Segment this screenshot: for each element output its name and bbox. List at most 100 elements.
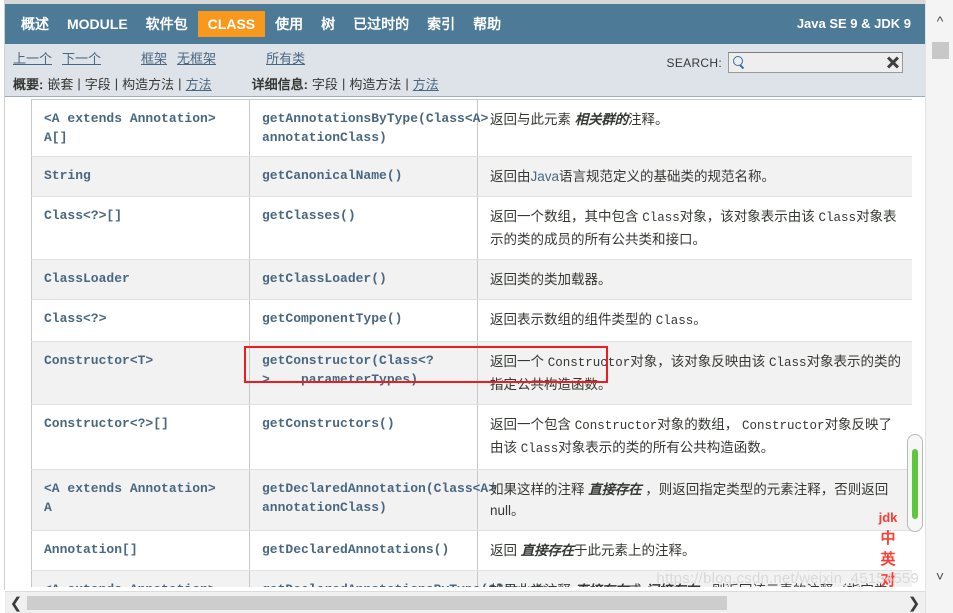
description-fragment: 注释。 — [627, 112, 669, 127]
nav-item-软件包[interactable]: 软件包 — [138, 11, 196, 37]
description-fragment: 。 — [693, 312, 707, 327]
frames-link[interactable]: 框架 — [141, 48, 167, 67]
table-row: Class<?> getComponentType() 返回表示数组的组件类型的 C… — [31, 299, 912, 342]
inner-scrollbar-fill — [912, 449, 918, 519]
cell-method: getClassLoader() — [249, 259, 478, 300]
description-text: 返回由Java语言规范定义的基础类的规范名称。 — [490, 166, 902, 187]
cell-description: 返回一个包含 Constructor对象的数组， Constructor对象反映… — [477, 404, 912, 470]
table-row: ClassLoader getClassLoader() 返回类的类加载器。 — [31, 259, 912, 300]
method-link[interactable]: getAnnotationsByType — [262, 111, 418, 126]
all-classes-link[interactable]: 所有类 — [266, 48, 305, 67]
description-fragment: 返回表示数组的组件类型的 — [490, 312, 656, 327]
cell-return-type: Annotation[] — [31, 530, 250, 571]
method-summary-table: <A extends Annotation> A[] getAnnotations… — [31, 99, 912, 587]
cell-description: 返回一个数组，其中包含 Class对象，该对象表示由该 Class对象表示的类的… — [477, 196, 912, 260]
cell-description: 返回与此元素 相关群的注释。 — [477, 99, 912, 157]
description-fragment: 返回一个包含 — [490, 417, 575, 432]
outer-scrollbar-thumb[interactable] — [932, 42, 949, 59]
next-link[interactable]: 下一个 — [62, 48, 101, 67]
summary-item-method[interactable]: 方法 — [186, 74, 212, 93]
method-link[interactable]: getCanonicalName — [262, 168, 387, 183]
description-fragment: Constructor — [547, 356, 631, 370]
cell-return-type: Constructor<T> — [31, 341, 250, 405]
nav-item-树[interactable]: 树 — [313, 11, 343, 37]
nav-item-概述[interactable]: 概述 — [13, 11, 57, 37]
detail-item-field: 字段 — [311, 77, 338, 92]
cell-method: getClasses() — [249, 196, 478, 260]
cell-return-type: Class<?> — [31, 299, 250, 342]
chevron-down-icon[interactable]: ˅ — [926, 561, 953, 591]
description-fragment: Class — [818, 211, 857, 225]
method-link[interactable]: getDeclaredAnnotations — [262, 542, 434, 557]
nav-item-module[interactable]: MODULE — [59, 11, 136, 37]
csdn-watermark: https://blog.csdn.net/weixin_45154559 — [656, 570, 919, 587]
prev-link[interactable]: 上一个 — [13, 48, 52, 67]
method-summary-table-wrapper: <A extends Annotation> A[] getAnnotations… — [5, 97, 925, 587]
outer-scrollbar[interactable]: ^ ˅ — [925, 0, 953, 613]
browser-window: 概述 MODULE 软件包 CLASS 使用树已过时的 索引 帮助 Java SE 9 & … — [0, 0, 953, 613]
cell-description: 返回一个 Constructor对象，该对象反映由该 Class对象表示的类的指… — [477, 341, 912, 405]
table-row: String getCanonicalName() 返回由Java语言规范定义的基础… — [31, 156, 912, 197]
horizontal-scrollbar-track[interactable] — [27, 595, 903, 610]
nav-item-已过时的[interactable]: 已过时的 — [345, 11, 417, 37]
horizontal-scrollbar-thumb[interactable] — [27, 595, 727, 610]
cell-return-type: <A extends Annotation> A[] — [31, 99, 250, 157]
cell-method: getAnnotationsByType(Class<A> annotation… — [249, 99, 488, 157]
description-fragment: 返回类的类加载器。 — [490, 272, 612, 287]
description-text: 返回与此元素 相关群的注释。 — [490, 109, 902, 130]
summary-item-constructor: 构造方法 — [122, 77, 175, 92]
method-args: () — [379, 416, 395, 431]
method-link[interactable]: getDeclaredAnnotation — [262, 481, 426, 496]
detail-item-method[interactable]: 方法 — [413, 74, 439, 93]
method-link[interactable]: getComponentType — [262, 311, 387, 326]
description-fragment: Class — [642, 211, 680, 225]
method-args: () — [386, 168, 403, 183]
description-text: 返回一个包含 Constructor对象的数组， Constructor对象反映… — [490, 414, 902, 460]
return-type-text: Class<?>[] — [44, 208, 123, 223]
description-fragment: 返回一个 — [490, 354, 548, 369]
description-text: 返回一个数组，其中包含 Class对象，该对象表示由该 Class对象表示的类的… — [490, 206, 902, 250]
search-input[interactable] — [745, 54, 885, 71]
cell-method: getConstructors() — [249, 404, 478, 470]
inner-scrollbar[interactable] — [907, 434, 923, 532]
no-frames-link[interactable]: 无框架 — [177, 48, 216, 67]
description-fragment: Class — [520, 442, 559, 456]
table-row: Constructor<T> getConstructor(Class<? >..… — [31, 341, 912, 405]
method-link[interactable]: getConstructor — [262, 353, 371, 368]
cell-description: 返回类的类加载器。 — [477, 259, 912, 300]
description-fragment: 返回一个数组，其中包含 — [490, 209, 643, 224]
sub-navigation-bar: 上一个 下一个 框架 无框架 所有类 概要: 嵌套 | 字段 | 构造方法 | … — [5, 44, 925, 97]
table-row: Constructor<?>[] getConstructors() 返回一个包含 … — [31, 404, 912, 470]
cell-return-type: String — [31, 156, 250, 197]
description-fragment: 对象表示的类的所有公共构造函数。 — [558, 440, 775, 455]
description-fragment: Class — [769, 356, 807, 370]
separator: | — [405, 76, 409, 91]
cell-return-type: Constructor<?>[] — [31, 404, 250, 470]
method-link[interactable]: getDeclaredAnnotationsByType — [262, 582, 480, 587]
method-link[interactable]: getClassLoader — [262, 271, 371, 286]
chevron-left-icon[interactable]: ❮ — [5, 592, 27, 613]
description-text: 返回类的类加载器。 — [490, 269, 902, 290]
inner-scrollbar-thumb[interactable] — [907, 434, 923, 532]
detail-item-constructor: 构造方法 — [349, 77, 402, 92]
chevron-up-icon[interactable]: ^ — [926, 6, 953, 36]
method-link[interactable]: getClasses — [262, 208, 340, 223]
cell-return-type: ClassLoader — [31, 259, 250, 300]
return-type-text: Constructor<?>[] — [44, 416, 169, 431]
description-text: 如果这样的注释 直接存在 ，则返回指定类型的元素注释，否则返回null。 — [490, 479, 902, 521]
nav-item-帮助[interactable]: 帮助 — [465, 11, 509, 37]
return-type-text: String — [44, 168, 91, 183]
nav-item-索引[interactable]: 索引 — [419, 11, 463, 37]
javadoc-document: 概述 MODULE 软件包 CLASS 使用树已过时的 索引 帮助 Java SE 9 & … — [5, 4, 925, 609]
close-icon[interactable] — [885, 55, 900, 70]
cell-method: getDeclaredAnnotation(Class<A> annotatio… — [249, 469, 496, 531]
horizontal-scrollbar[interactable]: ❮ ❯ — [5, 591, 925, 613]
chevron-right-icon[interactable]: ❯ — [903, 592, 925, 613]
search-field-wrapper[interactable] — [728, 52, 903, 73]
return-type-text: <A extends Annotation> A[] — [44, 111, 216, 145]
nav-item-class[interactable]: CLASS — [197, 11, 266, 37]
description-fragment: 直接存在 — [520, 543, 574, 558]
method-link[interactable]: getConstructors — [262, 416, 379, 431]
nav-item-使用[interactable]: 使用 — [267, 11, 311, 37]
table-row: <A extends Annotation> A getDeclaredAnnot… — [31, 469, 912, 531]
